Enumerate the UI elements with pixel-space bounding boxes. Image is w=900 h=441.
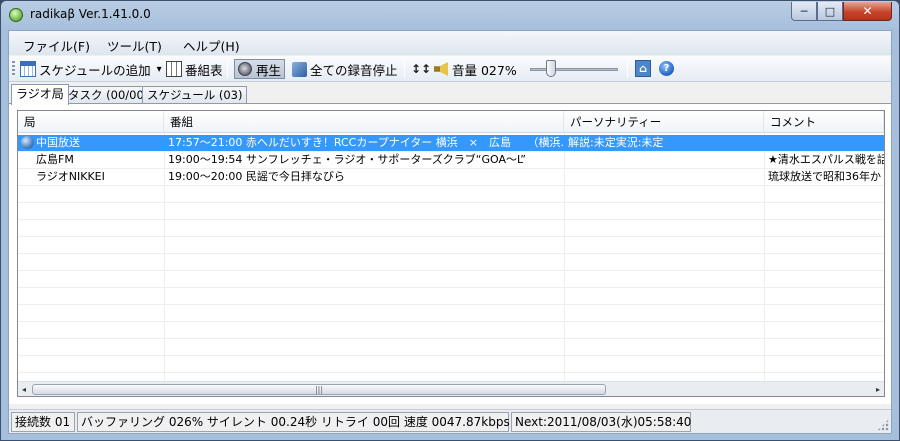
comment: 琉球放送で昭和36年か bbox=[768, 170, 881, 183]
buffering-status: バッファリング 026% サイレント 00.24秒 リトライ 00回 速度 00… bbox=[77, 412, 510, 432]
calendar-icon bbox=[20, 61, 36, 77]
tab-stations[interactable]: ラジオ局 bbox=[11, 84, 69, 105]
row-divider bbox=[18, 287, 884, 288]
row-divider bbox=[18, 202, 884, 203]
volume-icon[interactable] bbox=[434, 62, 448, 76]
station-list[interactable]: 局 番組 パーソナリティー コメント 中国放送 17:57～21:00 赤ヘルだ… bbox=[17, 110, 885, 397]
equalizer-button[interactable]: ↕↕ bbox=[411, 59, 432, 79]
program-guide-button[interactable]: 番組表 bbox=[166, 59, 223, 79]
add-schedule-button[interactable]: スケジュールの追加 ▾ bbox=[20, 59, 162, 79]
list-item[interactable]: 広島FM 19:00～19:54 サンフレッチェ・ラジオ・サポーターズクラブ“G… bbox=[18, 152, 884, 168]
program-title: 19:00～19:54 サンフレッチェ・ラジオ・サポーターズクラブ“GOA～L” bbox=[168, 153, 526, 166]
station-name: 中国放送 bbox=[36, 136, 80, 149]
scroll-left-icon[interactable]: ◂ bbox=[19, 384, 29, 395]
volume-slider-thumb[interactable] bbox=[546, 60, 557, 77]
play-button[interactable]: 再生 bbox=[234, 59, 285, 79]
stations-panel: 局 番組 パーソナリティー コメント 中国放送 17:57～21:00 赤ヘルだ… bbox=[9, 103, 891, 404]
home-icon[interactable]: ⌂ bbox=[635, 60, 651, 77]
list-header: 局 番組 パーソナリティー コメント bbox=[18, 111, 884, 133]
column-header-personality[interactable]: パーソナリティー bbox=[564, 111, 764, 133]
help-icon[interactable]: ? bbox=[659, 61, 674, 76]
personality bbox=[564, 169, 764, 185]
tab-tasks[interactable]: タスク (00/00) bbox=[63, 86, 154, 104]
menu-file[interactable]: ファイル(F) bbox=[23, 36, 90, 55]
toolbar-separator bbox=[404, 60, 405, 78]
list-item[interactable]: 中国放送 17:57～21:00 赤ヘルだいすき！RCCカープナイター 横浜 ×… bbox=[18, 135, 884, 151]
station-name: 広島FM bbox=[36, 153, 74, 166]
column-header-comment[interactable]: コメント bbox=[764, 111, 884, 133]
minimize-button[interactable]: ─ bbox=[791, 2, 817, 21]
play-label: 再生 bbox=[256, 62, 282, 78]
record-stop-icon bbox=[292, 61, 307, 77]
row-divider bbox=[18, 304, 884, 305]
maximize-icon: □ bbox=[824, 4, 836, 18]
row-divider bbox=[18, 355, 884, 356]
list-item[interactable]: ラジオNIKKEI 19:00～20:00 民謡で今日拝なびら 琉球放送で昭和3… bbox=[18, 169, 884, 185]
client-area: ファイル(F) ツール(T) ヘルプ(H) スケジュールの追加 ▾ 番組表 再生 bbox=[8, 30, 892, 434]
row-divider bbox=[18, 321, 884, 322]
close-button[interactable]: ✕ bbox=[843, 2, 892, 21]
window-title: radikaβ Ver.1.41.0.0 bbox=[30, 7, 151, 21]
equalizer-icon: ↕↕ bbox=[411, 62, 432, 76]
grid-icon bbox=[166, 61, 182, 77]
menu-help[interactable]: ヘルプ(H) bbox=[183, 36, 240, 55]
maximize-button[interactable]: □ bbox=[817, 2, 843, 21]
program-title: 17:57～21:00 赤ヘルだいすき！RCCカープナイター 横浜 × 広島 （… bbox=[168, 136, 564, 149]
add-schedule-label: スケジュールの追加 bbox=[39, 62, 151, 78]
title-bar[interactable]: radikaβ Ver.1.41.0.0 ─ □ ✕ bbox=[1, 1, 899, 29]
row-divider bbox=[18, 253, 884, 254]
toolbar-separator bbox=[227, 60, 228, 78]
horizontal-scrollbar[interactable]: ◂ ||| ▸ bbox=[18, 381, 884, 396]
program-guide-label: 番組表 bbox=[185, 62, 223, 78]
tab-schedule[interactable]: スケジュール (03) bbox=[142, 86, 248, 104]
menu-tools[interactable]: ツール(T) bbox=[107, 36, 162, 55]
personality bbox=[564, 152, 764, 168]
toolbar-separator bbox=[627, 60, 628, 78]
status-bar: 接続数 01 バッファリング 026% サイレント 00.24秒 リトライ 00… bbox=[9, 409, 891, 433]
scroll-right-icon[interactable]: ▸ bbox=[873, 384, 883, 395]
volume-slider-track[interactable] bbox=[530, 68, 618, 71]
menu-bar: ファイル(F) ツール(T) ヘルプ(H) bbox=[9, 31, 891, 55]
volume-display: 音量 027% bbox=[434, 59, 517, 79]
stop-all-recording-label: 全ての録音停止 bbox=[310, 62, 398, 78]
dropdown-arrow-icon[interactable]: ▾ bbox=[157, 64, 162, 75]
station-name: ラジオNIKKEI bbox=[36, 170, 105, 183]
comment bbox=[764, 135, 884, 151]
row-divider bbox=[18, 219, 884, 220]
app-window: radikaβ Ver.1.41.0.0 ─ □ ✕ ファイル(F) ツール(T… bbox=[0, 0, 900, 441]
row-divider bbox=[18, 338, 884, 339]
close-icon: ✕ bbox=[862, 4, 873, 18]
row-divider bbox=[18, 185, 884, 186]
scrollbar-thumb[interactable]: ||| bbox=[32, 384, 606, 395]
program-title: 19:00～20:00 民謡で今日拝なびら bbox=[168, 170, 345, 183]
resize-grip[interactable] bbox=[877, 419, 889, 431]
minimize-icon: ─ bbox=[800, 4, 808, 18]
speaker-icon bbox=[238, 62, 252, 76]
toolbar-grip[interactable] bbox=[12, 61, 15, 77]
toolbar: スケジュールの追加 ▾ 番組表 再生 全ての録音停止 ↕↕ 音量 027% ⌂ … bbox=[9, 56, 891, 82]
next-schedule: Next:2011/08/03(水)05:58:40 bbox=[511, 412, 691, 432]
stop-all-recording-button[interactable]: 全ての録音停止 bbox=[292, 59, 398, 79]
comment: ★清水エスパルス戦を話 bbox=[768, 153, 884, 166]
volume-label: 音量 027% bbox=[452, 62, 517, 78]
row-divider bbox=[18, 372, 884, 373]
connection-count: 接続数 01 bbox=[11, 412, 75, 432]
column-header-program[interactable]: 番組 bbox=[164, 111, 564, 133]
row-divider bbox=[18, 236, 884, 237]
tab-strip: ラジオ局 タスク (00/00) スケジュール (03) bbox=[9, 84, 891, 105]
app-icon bbox=[9, 8, 23, 22]
personality: 解説:未定実況:未定 bbox=[568, 136, 664, 149]
row-divider bbox=[18, 270, 884, 271]
column-header-station[interactable]: 局 bbox=[18, 111, 164, 133]
